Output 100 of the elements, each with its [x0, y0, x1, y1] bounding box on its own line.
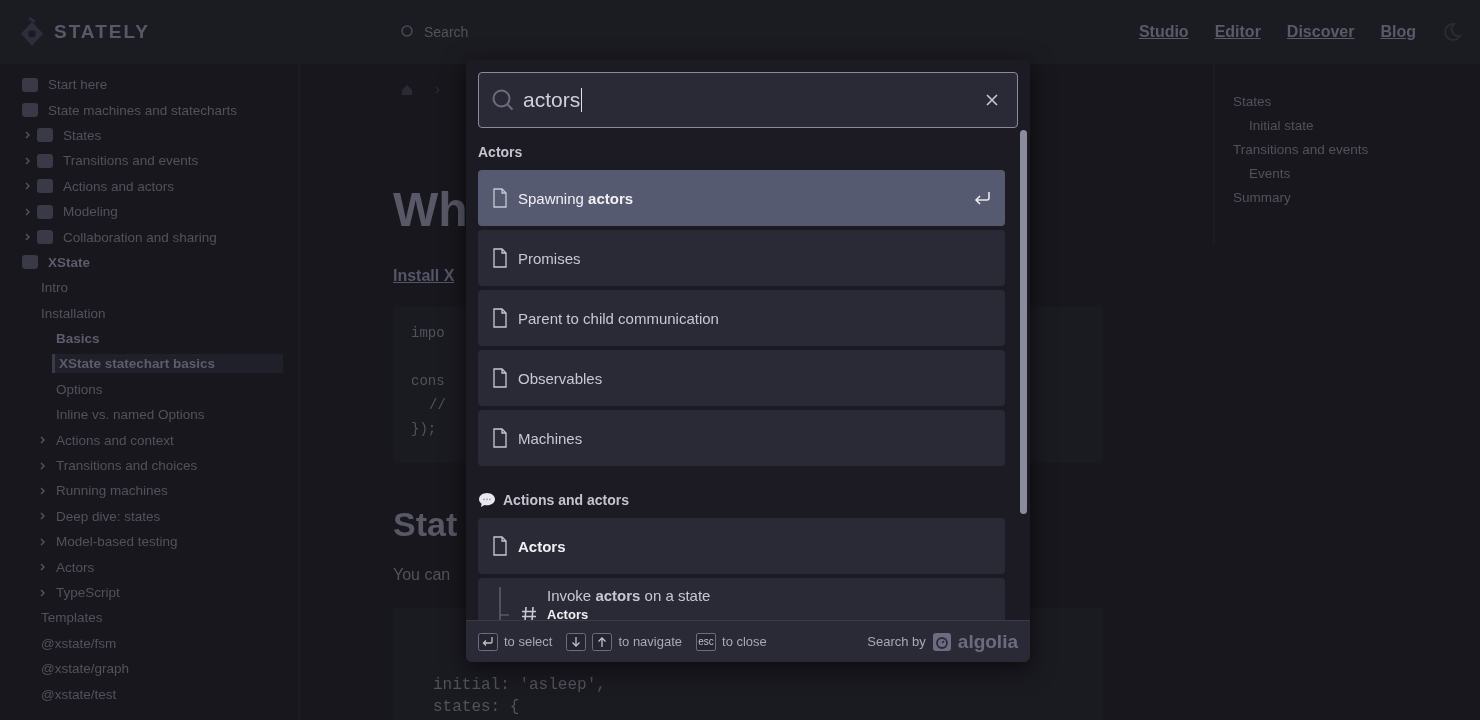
link[interactable]: Install X: [393, 267, 455, 285]
chevron-icon[interactable]: [38, 436, 46, 445]
sidebar-item[interactable]: Collaboration and sharing: [59, 227, 221, 247]
sidebar-item[interactable]: @xstate/test: [37, 684, 121, 704]
sidebar-item[interactable]: XState: [44, 252, 95, 272]
chevron-icon[interactable]: [38, 512, 46, 521]
sidebar-item[interactable]: Templates: [37, 608, 107, 628]
sidebar-item[interactable]: Deep dive: states: [52, 506, 165, 526]
code-line: //: [428, 397, 446, 415]
search-result[interactable]: Invoke actors on a state Actors: [478, 578, 1005, 620]
result-title: Actors: [518, 537, 566, 555]
document-icon: [492, 536, 508, 556]
result-title: Parent to child communication: [518, 309, 719, 327]
document-icon: [492, 188, 508, 208]
search-result[interactable]: Promises: [478, 230, 1005, 286]
sidebar-item[interactable]: Actors: [52, 557, 99, 577]
hint-text: to select: [504, 634, 553, 649]
nav-icon: [37, 204, 53, 219]
scrollbar[interactable]: [1020, 130, 1027, 514]
nav-icon: [22, 103, 38, 118]
sidebar-item[interactable]: Start here: [44, 75, 112, 95]
sidebar-item[interactable]: Transitions and events: [59, 151, 203, 171]
nav-icon: [37, 230, 53, 245]
sidebar-item[interactable]: TypeScript: [52, 583, 124, 602]
hash-icon: [521, 606, 537, 620]
logo-icon[interactable]: [931, 631, 952, 652]
search-result[interactable]: Actors: [478, 518, 1005, 574]
chevron-icon[interactable]: [38, 563, 46, 572]
search-field[interactable]: actors: [478, 72, 1018, 128]
search-by-text: Search by: [867, 634, 926, 649]
search-result[interactable]: Parent to child communication: [478, 290, 1005, 346]
result-title: Machines: [518, 429, 583, 447]
search-result[interactable]: Spawning actors: [478, 170, 1005, 226]
sidebar-item[interactable]: Inline vs. named Options: [52, 405, 209, 425]
nav-link[interactable]: Blog: [1380, 23, 1416, 41]
sidebar-item[interactable]: Running machines: [52, 481, 172, 501]
result-path: Actors: [547, 607, 590, 620]
chevron-icon: [433, 86, 441, 94]
keyboard-key: esc: [696, 632, 717, 651]
chevron-icon[interactable]: [23, 156, 31, 165]
toc-link[interactable]: States: [1233, 94, 1272, 109]
hint-text: to close: [722, 634, 767, 649]
up-arrow-key-icon: [592, 632, 613, 651]
chevron-icon[interactable]: [38, 461, 46, 470]
chevron-icon[interactable]: [23, 207, 31, 216]
code-line: impo: [411, 325, 445, 343]
toc-link[interactable]: Initial state: [1233, 118, 1314, 133]
close-icon[interactable]: [985, 93, 999, 107]
chevron-icon[interactable]: [38, 537, 46, 546]
logo-text[interactable]: STATELY: [54, 21, 150, 43]
sidebar-item[interactable]: Modeling: [59, 202, 122, 222]
sidebar-item[interactable]: XState statechart basics: [52, 354, 283, 374]
result-title: Invoke actors on a state: [547, 587, 711, 604]
nav-link[interactable]: Studio: [1138, 23, 1189, 41]
document-icon: [492, 368, 508, 388]
result-title: Spawning actors: [518, 189, 634, 207]
sidebar-item[interactable]: Model-based testing: [52, 532, 182, 552]
code-line: initial: 'asleep',: [433, 676, 606, 696]
sidebar-item[interactable]: Transitions and choices: [52, 456, 202, 476]
code-line: cons: [411, 373, 445, 391]
toc-link[interactable]: Summary: [1233, 190, 1291, 205]
sidebar-item[interactable]: Options: [52, 379, 107, 399]
sidebar-item[interactable]: Actions and context: [52, 430, 178, 450]
sidebar-item[interactable]: State machines and statecharts: [44, 100, 242, 120]
result-title: Observables: [518, 369, 603, 387]
down-arrow-key-icon: [566, 632, 587, 651]
section-heading: Stat: [393, 505, 458, 544]
search-icon: [491, 88, 515, 112]
sidebar-item[interactable]: Basics: [52, 329, 104, 349]
hint-text: to navigate: [618, 634, 683, 649]
search-result[interactable]: Machines: [478, 410, 1005, 466]
code-line: states: {: [433, 698, 520, 718]
search-field[interactable]: Search: [400, 16, 1040, 48]
speech-bubble-icon: [478, 492, 496, 508]
document-icon: [492, 428, 508, 448]
chevron-icon[interactable]: [23, 233, 31, 242]
result-title: Promises: [518, 249, 581, 267]
sidebar-item[interactable]: @xstate/fsm: [37, 633, 121, 653]
nav-icon: [22, 255, 38, 270]
sidebar-item[interactable]: Actions and actors: [59, 176, 179, 196]
sidebar-item[interactable]: Installation: [37, 303, 110, 323]
code-line: });: [411, 421, 437, 439]
nav-link[interactable]: Discover: [1286, 23, 1355, 41]
brand-name[interactable]: algolia: [957, 630, 1018, 653]
nav-link[interactable]: Editor: [1214, 23, 1261, 41]
sidebar-item[interactable]: Intro: [37, 278, 72, 298]
search-result[interactable]: Observables: [478, 350, 1005, 406]
toc-link[interactable]: Events: [1233, 166, 1291, 181]
sidebar-item[interactable]: @xstate/graph: [37, 659, 133, 679]
nav-icon: [37, 179, 53, 194]
sidebar-item[interactable]: States: [59, 125, 106, 145]
section-title: Actions and actors: [503, 492, 630, 508]
nav-icon: [37, 153, 53, 168]
chevron-icon[interactable]: [38, 486, 46, 495]
nav-icon: [22, 77, 38, 92]
chevron-icon[interactable]: [23, 131, 31, 140]
toc-link[interactable]: Transitions and events: [1233, 142, 1369, 157]
document-icon: [492, 308, 508, 328]
chevron-icon[interactable]: [23, 182, 31, 191]
chevron-icon[interactable]: [38, 588, 46, 597]
